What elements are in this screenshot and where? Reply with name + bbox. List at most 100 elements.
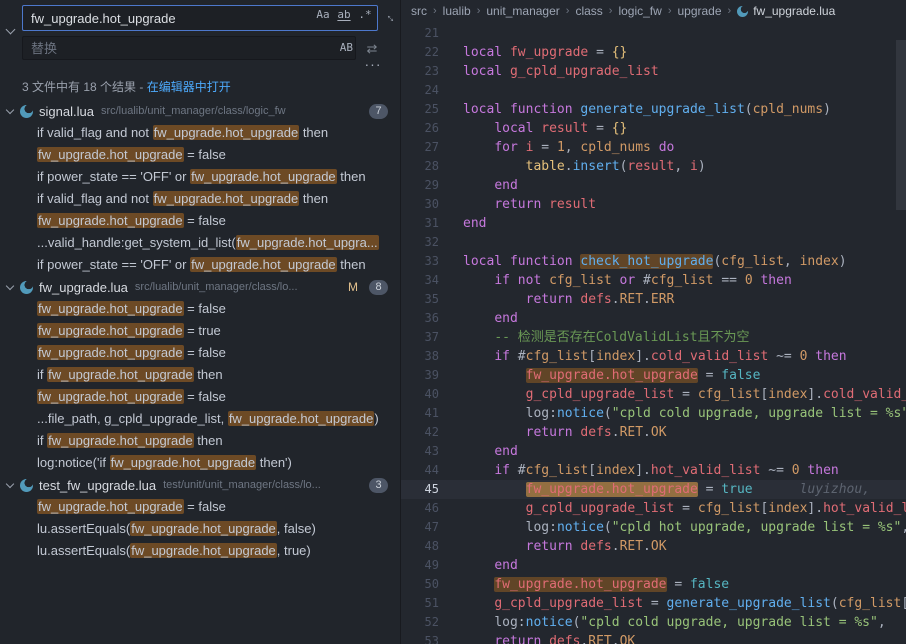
code-line[interactable]: 21 — [401, 24, 906, 43]
search-result-row[interactable]: fw_upgrade.hot_upgrade = true — [0, 320, 400, 342]
line-number[interactable]: 32 — [401, 233, 439, 252]
breadcrumb-item[interactable]: logic_fw — [618, 4, 661, 18]
line-number[interactable]: 26 — [401, 119, 439, 138]
line-number[interactable]: 22 — [401, 43, 439, 62]
search-result-row[interactable]: fw_upgrade.hot_upgrade = false — [0, 210, 400, 232]
code-line[interactable]: 49 end — [401, 556, 906, 575]
breadcrumb-item[interactable]: unit_manager — [486, 4, 559, 18]
code-line[interactable]: 40 g_cpld_upgrade_list = cfg_list[index]… — [401, 385, 906, 404]
line-number[interactable]: 51 — [401, 594, 439, 613]
open-in-editor-link[interactable]: 在编辑器中打开 — [147, 80, 231, 94]
line-number[interactable]: 35 — [401, 290, 439, 309]
line-number[interactable]: 27 — [401, 138, 439, 157]
code-line[interactable]: 50 fw_upgrade.hot_upgrade = false — [401, 575, 906, 594]
line-number[interactable]: 37 — [401, 328, 439, 347]
regex-icon[interactable]: .* — [355, 8, 375, 28]
breadcrumb-item[interactable]: upgrade — [677, 4, 721, 18]
line-number[interactable]: 29 — [401, 176, 439, 195]
code-line[interactable]: 22local fw_upgrade = {} — [401, 43, 906, 62]
code-line[interactable]: 26 local result = {} — [401, 119, 906, 138]
breadcrumb-item[interactable]: lualib — [443, 4, 471, 18]
search-result-row[interactable]: if valid_flag and not fw_upgrade.hot_upg… — [0, 188, 400, 210]
line-number[interactable]: 52 — [401, 613, 439, 632]
search-result-row[interactable]: if power_state == 'OFF' or fw_upgrade.ho… — [0, 254, 400, 276]
match-case-icon[interactable]: Aa — [313, 8, 333, 28]
breadcrumb-item[interactable]: src — [411, 4, 427, 18]
search-details-toggle-icon[interactable]: ··· — [362, 58, 384, 74]
search-result-row[interactable]: fw_upgrade.hot_upgrade = false — [0, 298, 400, 320]
line-number[interactable]: 40 — [401, 385, 439, 404]
code-line[interactable]: 52 log:notice("cpld cold upgrade, upgrad… — [401, 613, 906, 632]
code-line[interactable]: 47 log:notice("cpld hot upgrade, upgrade… — [401, 518, 906, 537]
breadcrumb-file[interactable]: fw_upgrade.lua — [737, 4, 835, 18]
line-number[interactable]: 42 — [401, 423, 439, 442]
search-result-row[interactable]: if fw_upgrade.hot_upgrade then — [0, 364, 400, 386]
file-result-header[interactable]: signal.luasrc/lualib/unit_manager/class/… — [0, 100, 400, 122]
toggle-replace-chevron-icon[interactable] — [3, 22, 19, 40]
line-number[interactable]: 44 — [401, 461, 439, 480]
line-number[interactable]: 49 — [401, 556, 439, 575]
editor-scrollbar[interactable] — [896, 40, 906, 210]
code-line[interactable]: 33local function check_hot_upgrade(cfg_l… — [401, 252, 906, 271]
code-line[interactable]: 23local g_cpld_upgrade_list — [401, 62, 906, 81]
replace-input[interactable] — [22, 36, 356, 60]
line-number[interactable]: 23 — [401, 62, 439, 81]
line-number[interactable]: 47 — [401, 518, 439, 537]
code-line[interactable]: 25local function generate_upgrade_list(c… — [401, 100, 906, 119]
code-line[interactable]: 32 — [401, 233, 906, 252]
search-result-row[interactable]: fw_upgrade.hot_upgrade = false — [0, 386, 400, 408]
line-number[interactable]: 45 — [401, 480, 439, 499]
whole-word-icon[interactable]: ab — [334, 8, 354, 28]
line-number[interactable]: 30 — [401, 195, 439, 214]
line-number[interactable]: 31 — [401, 214, 439, 233]
code-line[interactable]: 46 g_cpld_upgrade_list = cfg_list[index]… — [401, 499, 906, 518]
search-result-row[interactable]: if fw_upgrade.hot_upgrade then — [0, 430, 400, 452]
code-line[interactable]: 37 -- 检测是否存在ColdValidList且不为空 — [401, 328, 906, 347]
line-number[interactable]: 28 — [401, 157, 439, 176]
line-number[interactable]: 46 — [401, 499, 439, 518]
code-line[interactable]: 51 g_cpld_upgrade_list = generate_upgrad… — [401, 594, 906, 613]
search-result-row[interactable]: fw_upgrade.hot_upgrade = false — [0, 144, 400, 166]
line-number[interactable]: 36 — [401, 309, 439, 328]
code-line[interactable]: 30 return result — [401, 195, 906, 214]
line-number[interactable]: 25 — [401, 100, 439, 119]
search-result-row[interactable]: log:notice('if fw_upgrade.hot_upgrade th… — [0, 452, 400, 474]
code-line[interactable]: 38 if #cfg_list[index].cold_valid_list ~… — [401, 347, 906, 366]
code-line[interactable]: 31end — [401, 214, 906, 233]
code-line-current[interactable]: 45 fw_upgrade.hot_upgrade = true luyizho… — [401, 480, 906, 499]
code-line[interactable]: 39 fw_upgrade.hot_upgrade = false — [401, 366, 906, 385]
search-result-row[interactable]: ...file_path, g_cpld_upgrade_list, fw_up… — [0, 408, 400, 430]
code-line[interactable]: 53 return defs.RET.OK — [401, 632, 906, 644]
search-result-row[interactable]: fw_upgrade.hot_upgrade = false — [0, 496, 400, 518]
line-number[interactable]: 24 — [401, 81, 439, 100]
line-number[interactable]: 53 — [401, 632, 439, 644]
line-number[interactable]: 41 — [401, 404, 439, 423]
code-line[interactable]: 27 for i = 1, cpld_nums do — [401, 138, 906, 157]
line-number[interactable]: 34 — [401, 271, 439, 290]
line-number[interactable]: 21 — [401, 24, 439, 43]
code-line[interactable]: 35 return defs.RET.ERR — [401, 290, 906, 309]
line-number[interactable]: 48 — [401, 537, 439, 556]
search-result-row[interactable]: ...valid_handle:get_system_id_list(fw_up… — [0, 232, 400, 254]
line-number[interactable]: 33 — [401, 252, 439, 271]
code-line[interactable]: 36 end — [401, 309, 906, 328]
file-result-header[interactable]: test_fw_upgrade.luatest/unit/unit_manage… — [0, 474, 400, 496]
search-result-row[interactable]: if valid_flag and not fw_upgrade.hot_upg… — [0, 122, 400, 144]
line-number[interactable]: 43 — [401, 442, 439, 461]
line-number[interactable]: 38 — [401, 347, 439, 366]
code-line[interactable]: 34 if not cfg_list or #cfg_list == 0 the… — [401, 271, 906, 290]
file-result-header[interactable]: fw_upgrade.luasrc/lualib/unit_manager/cl… — [0, 276, 400, 298]
open-search-editor-icon[interactable]: ↔ — [381, 6, 400, 29]
breadcrumb-item[interactable]: class — [575, 4, 602, 18]
search-result-row[interactable]: lu.assertEquals(fw_upgrade.hot_upgrade, … — [0, 540, 400, 562]
code-line[interactable]: 44 if #cfg_list[index].hot_valid_list ~=… — [401, 461, 906, 480]
line-number[interactable]: 50 — [401, 575, 439, 594]
code-line[interactable]: 48 return defs.RET.OK — [401, 537, 906, 556]
code-line[interactable]: 43 end — [401, 442, 906, 461]
line-number[interactable]: 39 — [401, 366, 439, 385]
code-line[interactable]: 29 end — [401, 176, 906, 195]
preserve-case-icon[interactable]: AB — [340, 41, 353, 54]
code-line[interactable]: 28 table.insert(result, i) — [401, 157, 906, 176]
search-result-row[interactable]: lu.assertEquals(fw_upgrade.hot_upgrade, … — [0, 518, 400, 540]
code-line[interactable]: 24 — [401, 81, 906, 100]
